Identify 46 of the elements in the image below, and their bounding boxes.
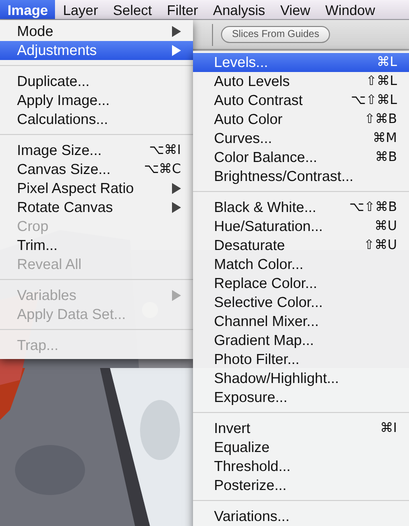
submenu-arrow-icon — [172, 202, 181, 213]
menu-item[interactable]: Gradient Map... — [193, 331, 409, 350]
menu-item[interactable]: Duplicate... — [0, 72, 193, 91]
menu-item[interactable]: Desaturate ⇧⌘U — [193, 236, 409, 255]
menu-bar-item[interactable]: Analysis — [206, 0, 273, 19]
menu-item[interactable]: Shadow/Highlight... — [193, 369, 409, 388]
menu-item[interactable]: Channel Mixer... — [193, 312, 409, 331]
menu-item[interactable]: Trim... — [0, 236, 193, 255]
menu-item[interactable]: Photo Filter... — [193, 350, 409, 369]
submenu-arrow-icon — [172, 183, 181, 194]
menu-item[interactable]: Invert ⌘I — [193, 419, 409, 438]
menu-item[interactable]: Auto Levels ⇧⌘L — [193, 72, 409, 91]
menu-item[interactable]: Mode — [0, 22, 193, 41]
menu-item[interactable]: Pixel Aspect Ratio — [0, 179, 193, 198]
menu-item[interactable]: Replace Color... — [193, 274, 409, 293]
menu-item[interactable]: Hue/Saturation... ⌘U — [193, 217, 409, 236]
menu-item[interactable]: Equalize — [193, 438, 409, 457]
menu-bar-item[interactable]: Image — [0, 0, 56, 19]
menu-bar-item[interactable]: Window — [318, 0, 383, 19]
menu-item[interactable]: Levels... ⌘L — [193, 53, 409, 72]
menu-item[interactable]: Color Balance... ⌘B — [193, 148, 409, 167]
menu-item[interactable]: Canvas Size... ⌥⌘C — [0, 160, 193, 179]
menu-item[interactable]: Adjustments — [0, 41, 193, 60]
menu-item[interactable]: Variations... — [193, 507, 409, 526]
menu-bar-item[interactable]: Layer — [55, 0, 106, 19]
menu-bar-item[interactable]: View — [272, 0, 318, 19]
menu-bar-item[interactable]: Select — [106, 0, 160, 19]
menu-item[interactable]: Auto Contrast ⌥⇧⌘L — [193, 91, 409, 110]
slices-from-guides-button[interactable]: Slices From Guides — [221, 26, 330, 43]
menu-item[interactable]: Black & White... ⌥⇧⌘B — [193, 198, 409, 217]
menu-item[interactable]: Exposure... — [193, 388, 409, 407]
submenu-arrow-icon — [172, 26, 181, 37]
submenu-arrow-icon — [172, 290, 181, 301]
menu-item[interactable]: Posterize... — [193, 476, 409, 495]
menu-item[interactable]: Calculations... — [0, 110, 193, 129]
menu-item[interactable]: Curves... ⌘M — [193, 129, 409, 148]
menu-item[interactable]: Brightness/Contrast... — [193, 167, 409, 186]
menu-item[interactable]: Apply Image... — [0, 91, 193, 110]
menu-item[interactable]: Auto Color ⇧⌘B — [193, 110, 409, 129]
menu-item[interactable]: Match Color... — [193, 255, 409, 274]
menu-bar-item[interactable]: Filter — [159, 0, 206, 19]
menu-item[interactable]: Threshold... — [193, 457, 409, 476]
submenu-arrow-icon — [172, 45, 181, 56]
menu-item[interactable]: Selective Color... — [193, 293, 409, 312]
menu-item[interactable]: Image Size... ⌥⌘I — [0, 141, 193, 160]
menu-item[interactable]: Rotate Canvas — [0, 198, 193, 217]
